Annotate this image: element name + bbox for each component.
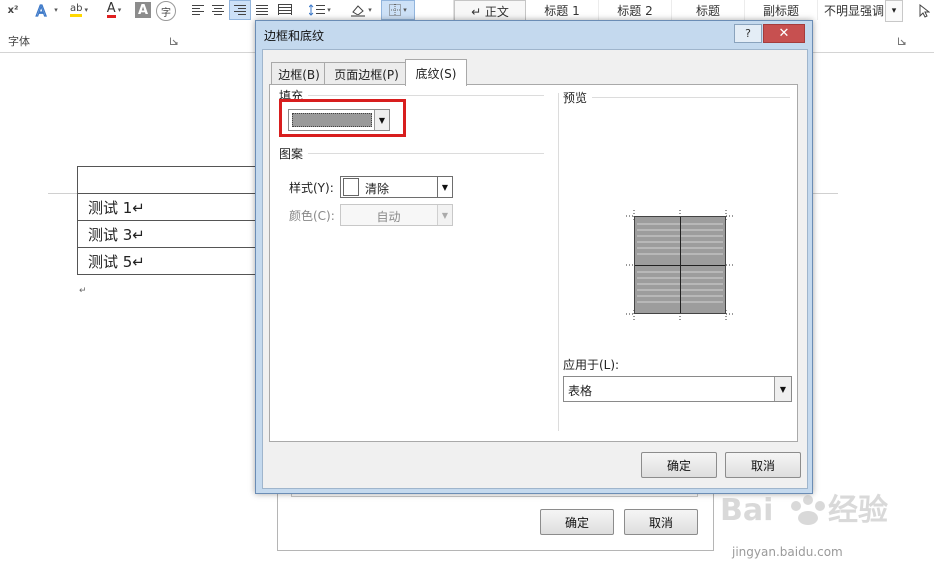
table-row: 测试 3↵	[77, 220, 259, 248]
table-row	[77, 166, 259, 194]
table-row: 测试 5↵	[77, 247, 259, 275]
style-subtle-emphasis[interactable]: 不明显强调	[818, 0, 891, 20]
shading-preview	[634, 216, 726, 314]
apply-to-label: 应用于(L):	[563, 358, 620, 372]
shading-panel: 填充 ▼ 图案 样式(Y): 清除 ▼ 颜色(C): 自动 ▼ 预览 应用于(L…	[269, 84, 798, 442]
font-group-label: 字体	[8, 35, 30, 48]
apply-to-value: 表格	[568, 384, 593, 398]
pattern-section-rule	[308, 153, 544, 154]
tab-shading[interactable]: 底纹(S)	[405, 59, 467, 86]
highlight-color-icon[interactable]: ab ▾	[66, 0, 92, 20]
dialog-title: 边框和底纹	[264, 29, 325, 43]
table-cell[interactable]: 测试 3↵	[77, 220, 259, 248]
preview-section-rule	[592, 97, 790, 98]
chevron-down-icon: ▼	[437, 205, 452, 225]
pattern-color-value: 自动	[376, 210, 401, 224]
background-ok-button[interactable]: 确定	[540, 509, 614, 535]
pattern-color-dropdown[interactable]: 自动 ▼	[340, 204, 453, 226]
table-cell[interactable]: 测试 1↵	[77, 193, 259, 221]
styles-more-icon[interactable]: ▾	[885, 0, 903, 22]
table-cell[interactable]: 测试 5↵	[77, 247, 259, 275]
color-label: 颜色(C):	[289, 209, 335, 223]
red-highlight-box	[279, 99, 406, 137]
align-left-icon[interactable]	[188, 0, 208, 20]
borders-and-shading-dialog: 边框和底纹 ? ✕ 边框(B) 页面边框(P) 底纹(S) 填充 ▼ 图案 样式…	[255, 20, 813, 494]
style-normal[interactable]: ↵ 正文	[454, 0, 526, 22]
svg-text:A: A	[36, 2, 47, 18]
font-color-icon[interactable]: A ▾	[100, 0, 128, 20]
dialog-body: 边框(B) 页面边框(P) 底纹(S) 填充 ▼ 图案 样式(Y): 清除 ▼ …	[262, 49, 808, 489]
preview-label: 预览	[563, 91, 588, 105]
distributed-icon[interactable]	[274, 0, 296, 20]
style-heading-1[interactable]: 标题 1	[526, 0, 599, 20]
pattern-style-value: 清除	[365, 182, 390, 196]
close-button[interactable]: ✕	[763, 24, 805, 43]
pattern-section-label: 图案	[279, 147, 304, 161]
text-effects-icon[interactable]: A ▾	[34, 0, 58, 20]
fill-section-rule	[308, 95, 544, 96]
font-dialog-launcher-icon[interactable]	[170, 37, 178, 45]
style-heading-2[interactable]: 标题 2	[599, 0, 672, 20]
document-table[interactable]: 测试 1↵ 测试 3↵ 测试 5↵	[77, 166, 259, 275]
shading-icon[interactable]: ▾	[346, 0, 376, 20]
styles-dialog-launcher-icon[interactable]	[898, 37, 906, 45]
justify-icon[interactable]	[252, 0, 272, 20]
tab-borders[interactable]: 边框(B)	[271, 62, 327, 85]
select-cursor-icon[interactable]	[918, 4, 930, 18]
tab-page-border[interactable]: 页面边框(P)	[324, 62, 409, 85]
borders-icon[interactable]: ▾	[381, 0, 415, 20]
align-right-icon[interactable]	[229, 0, 251, 20]
paragraph-mark: ↵	[79, 286, 87, 296]
chevron-down-icon[interactable]: ▼	[437, 177, 452, 197]
watermark-url: jingyan.baidu.com	[732, 545, 843, 559]
cancel-button[interactable]: 取消	[725, 452, 801, 478]
svg-text:经验: 经验	[828, 493, 888, 528]
align-center-icon[interactable]	[208, 0, 228, 20]
line-spacing-icon[interactable]: ▾	[305, 0, 335, 20]
panel-divider	[558, 93, 559, 431]
svg-text:Bai: Bai	[720, 493, 773, 528]
chevron-down-icon[interactable]: ▼	[774, 377, 791, 401]
superscript-icon[interactable]: x²	[4, 0, 22, 20]
table-row: 测试 1↵	[77, 193, 259, 221]
help-button[interactable]: ?	[734, 24, 762, 43]
ok-button[interactable]: 确定	[641, 452, 717, 478]
table-cell[interactable]	[77, 166, 259, 194]
apply-to-dropdown[interactable]: 表格 ▼	[563, 376, 792, 402]
style-title[interactable]: 标题	[672, 0, 745, 20]
background-cancel-button[interactable]: 取消	[624, 509, 698, 535]
styles-gallery: ↵ 正文 标题 1 标题 2 标题 副标题 不明显强调	[453, 0, 891, 22]
character-shading-icon[interactable]: A	[135, 2, 151, 18]
pattern-style-swatch	[343, 178, 359, 196]
style-label: 样式(Y):	[289, 181, 334, 195]
pattern-style-dropdown[interactable]: 清除 ▼	[340, 176, 453, 198]
enclose-characters-icon[interactable]: 字	[156, 1, 176, 21]
style-subtitle[interactable]: 副标题	[745, 0, 818, 20]
